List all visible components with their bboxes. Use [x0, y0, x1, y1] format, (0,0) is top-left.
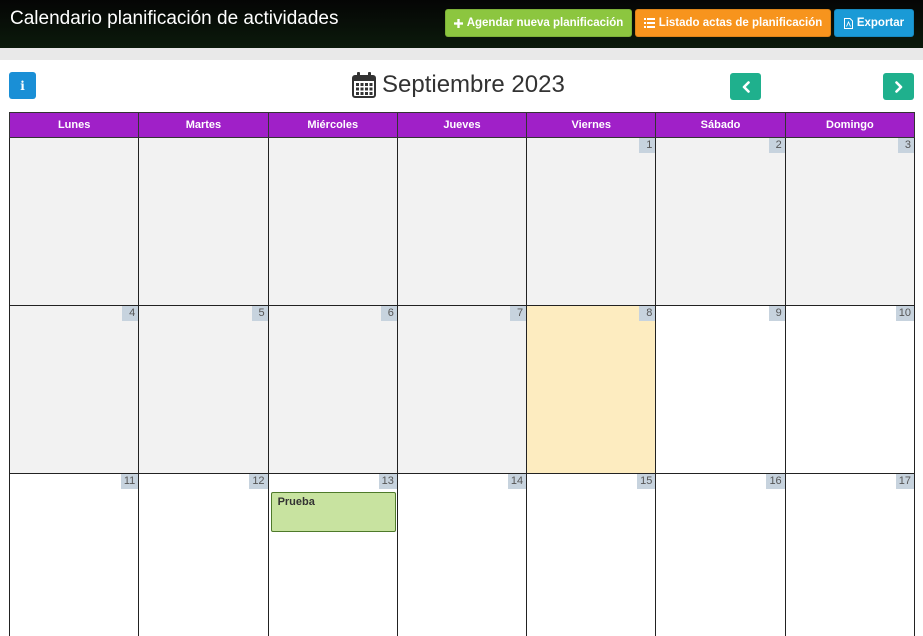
plus-icon [453, 18, 463, 28]
chevron-left-icon [742, 80, 750, 93]
day-cell[interactable]: 1 [526, 137, 657, 306]
weekday-header: Viernes [526, 112, 657, 138]
week-row: 1 2 3 [8, 137, 916, 306]
day-number: 3 [898, 138, 914, 153]
weekday-header-row: Lunes Martes Miércoles Jueves Viernes Sá… [8, 112, 916, 138]
weekday-header: Sábado [655, 112, 786, 138]
week-row: 11 12 13 Prueba 14 15 16 17 [8, 473, 916, 636]
chevron-right-icon [894, 80, 902, 93]
day-cell[interactable]: 13 Prueba [267, 473, 398, 636]
day-number: 1 [639, 138, 656, 153]
day-cell-empty [138, 137, 269, 306]
day-number: 11 [120, 474, 139, 489]
next-month-button[interactable] [883, 73, 914, 100]
day-cell[interactable]: 4 [8, 305, 140, 474]
day-cell[interactable]: 6 [267, 305, 398, 474]
weekday-header: Miércoles [267, 112, 398, 138]
calendar-panel: i Septiembre 2023 Lunes Martes Miércoles… [0, 60, 923, 636]
day-number: 4 [122, 306, 139, 321]
day-number: 10 [895, 306, 914, 321]
day-cell-today[interactable]: 8 [526, 305, 657, 474]
listado-actas-button[interactable]: Listado actas de planificación [635, 9, 831, 37]
day-number: 6 [380, 306, 397, 321]
day-number: 15 [637, 474, 656, 489]
week-row: 4 5 6 7 8 9 10 [8, 305, 916, 474]
agendar-button-label: Agendar nueva planificación [466, 17, 624, 29]
exportar-button-label: Exportar [856, 17, 905, 29]
listado-button-label: Listado actas de planificación [658, 17, 823, 29]
day-cell[interactable]: 11 [8, 473, 140, 636]
day-number: 16 [766, 474, 785, 489]
day-number: 8 [639, 306, 656, 321]
day-cell[interactable]: 7 [396, 305, 528, 474]
exportar-button[interactable]: Exportar [834, 9, 914, 37]
day-cell[interactable]: 10 [784, 305, 916, 474]
day-cell[interactable]: 14 [396, 473, 528, 636]
day-cell[interactable]: 12 [138, 473, 269, 636]
day-cell-empty [267, 137, 398, 306]
day-number: 13 [378, 474, 397, 489]
weekday-header: Martes [138, 112, 269, 138]
app-title: Calendario planificación de actividades [10, 8, 339, 29]
weekday-header: Domingo [784, 112, 916, 138]
day-cell[interactable]: 3 [784, 137, 916, 306]
agendar-nueva-planificacion-button[interactable]: Agendar nueva planificación [445, 9, 632, 37]
calendar-grid: Lunes Martes Miércoles Jueves Viernes Sá… [8, 112, 916, 636]
pdf-file-icon [843, 17, 853, 29]
day-number: 14 [507, 474, 527, 489]
weekday-header: Jueves [396, 112, 528, 138]
info-button[interactable]: i [9, 72, 36, 99]
prev-month-button[interactable] [730, 73, 761, 100]
weekday-header: Lunes [8, 112, 140, 138]
calendar-event[interactable]: Prueba [270, 492, 396, 532]
day-cell[interactable]: 16 [655, 473, 786, 636]
list-icon [643, 18, 655, 28]
day-number: 9 [768, 306, 785, 321]
day-number: 2 [768, 138, 785, 153]
month-header: Septiembre 2023 [352, 70, 565, 100]
day-cell[interactable]: 2 [655, 137, 786, 306]
day-cell[interactable]: 17 [784, 473, 916, 636]
day-number: 5 [251, 306, 268, 321]
day-cell-empty [396, 137, 528, 306]
day-cell[interactable]: 9 [655, 305, 786, 474]
day-cell[interactable]: 5 [138, 305, 269, 474]
day-number: 7 [510, 306, 527, 321]
day-cell[interactable]: 15 [526, 473, 657, 636]
day-number: 17 [895, 474, 914, 489]
day-number: 12 [249, 474, 268, 489]
day-cell-empty [8, 137, 140, 306]
month-title: Septiembre 2023 [382, 71, 565, 98]
top-bar: Calendario planificación de actividades … [0, 0, 923, 48]
calendar-icon [352, 72, 376, 98]
